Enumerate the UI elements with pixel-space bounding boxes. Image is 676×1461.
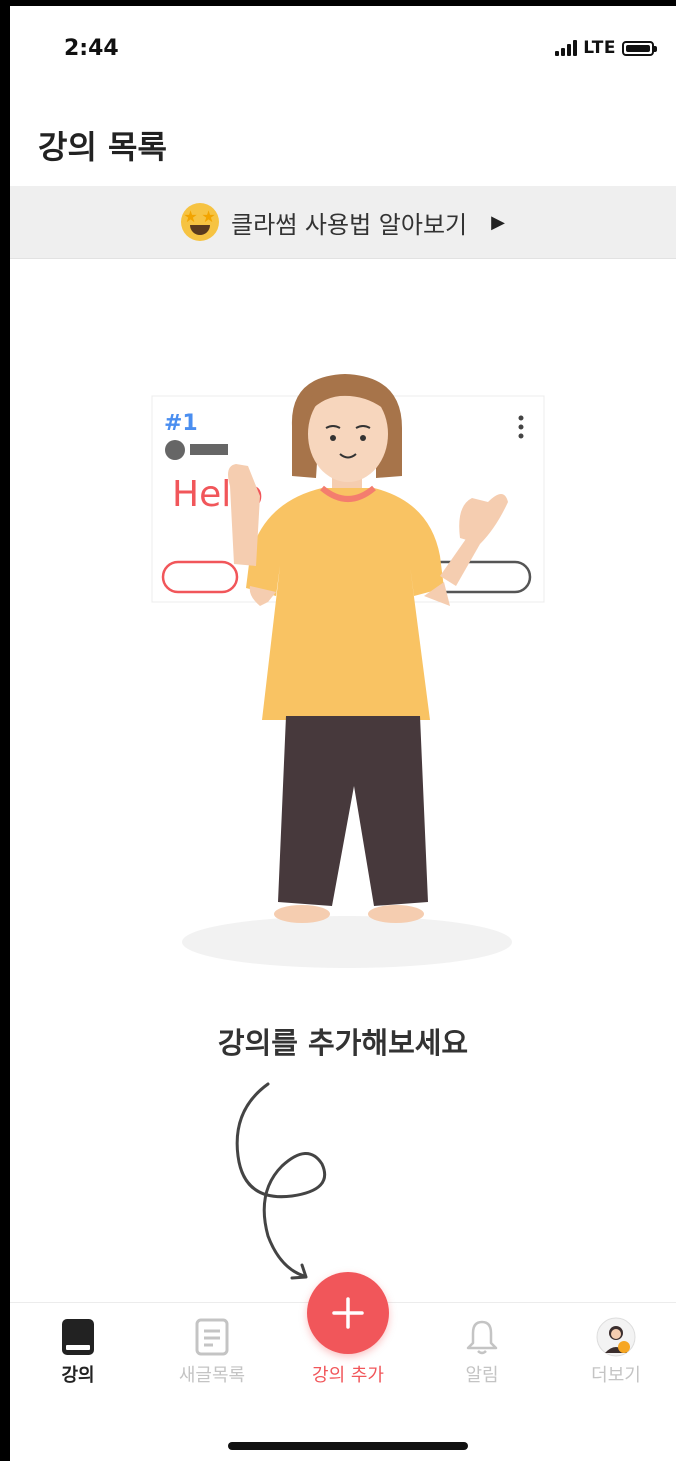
tab-notifications[interactable]: 알림 — [422, 1317, 542, 1387]
tab-label: 알림 — [465, 1365, 499, 1386]
curly-arrow-icon — [235, 1082, 327, 1280]
tab-courses[interactable]: 강의 — [18, 1317, 138, 1387]
empty-state-illustration: #1 Hello — [151, 374, 545, 968]
guide-banner-label: 클라썸 사용법 알아보기 — [231, 210, 468, 239]
card-number: #1 — [164, 411, 198, 436]
app-screen: 2:44 LTE 강의 목록 ★ ★ 클라썸 사용법 알아보기 ▶ #1 Hel… — [10, 6, 676, 1461]
tab-label: 더보기 — [591, 1365, 641, 1386]
tab-label: 새글목록 — [178, 1365, 246, 1386]
card-line — [190, 444, 228, 455]
tab-label: 강의 — [61, 1365, 95, 1386]
signal-icon — [555, 40, 578, 56]
tab-new-posts[interactable]: 새글목록 — [152, 1317, 272, 1387]
floor-shadow — [182, 916, 512, 968]
shirt — [246, 488, 444, 720]
pants — [278, 716, 428, 906]
bell-icon — [422, 1317, 542, 1357]
document-list-icon — [152, 1317, 272, 1357]
guide-banner[interactable]: ★ ★ 클라썸 사용법 알아보기 ▶ — [10, 186, 676, 259]
tab-label: 강의 추가 — [312, 1365, 384, 1386]
battery-icon — [622, 40, 657, 56]
plus-icon — [332, 1297, 364, 1329]
home-indicator[interactable] — [228, 1442, 468, 1450]
network-label: LTE — [583, 38, 616, 58]
card-dot — [165, 440, 185, 460]
empty-state-message: 강의를 추가해보세요 — [217, 1026, 469, 1060]
add-course-button[interactable] — [307, 1272, 389, 1354]
tab-more[interactable]: 더보기 — [556, 1317, 676, 1387]
book-icon — [18, 1317, 138, 1357]
avatar-icon — [556, 1317, 676, 1357]
page-title: 강의 목록 — [38, 128, 167, 166]
star-eyes-emoji-icon: ★ ★ — [181, 203, 220, 241]
status-indicators: LTE — [555, 38, 657, 58]
status-time: 2:44 — [64, 36, 119, 61]
play-arrow-icon: ▶ — [491, 211, 505, 233]
